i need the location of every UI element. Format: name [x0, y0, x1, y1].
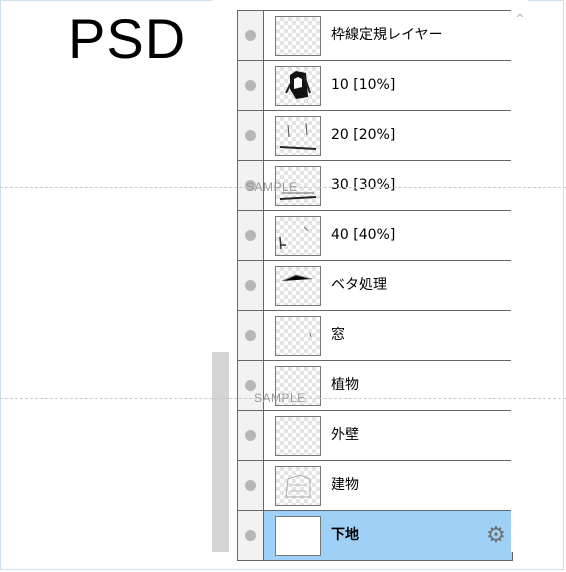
thumbnail-art — [285, 474, 311, 498]
layer-name: 窓 — [331, 327, 345, 343]
layer-row-ruler[interactable]: 枠線定規レイヤー — [238, 10, 512, 61]
thumbnail-art — [279, 122, 317, 150]
visibility-toggle[interactable] — [238, 411, 264, 460]
page-title: PSD — [68, 7, 187, 70]
visibility-toggle[interactable] — [238, 11, 264, 60]
layer-name: 建物 — [331, 477, 359, 493]
layer-thumbnail — [275, 116, 321, 156]
layer-name: 30 [30%] — [331, 177, 396, 193]
layer-row-exterior-wall[interactable]: 外壁 — [238, 411, 512, 461]
visibility-dot-icon — [245, 280, 256, 291]
layer-row-window[interactable]: 窓 — [238, 311, 512, 361]
layer-row-solid-fill[interactable]: ベタ処理 — [238, 261, 512, 311]
layer-name: 枠線定規レイヤー — [331, 27, 443, 43]
layer-thumbnail — [275, 266, 321, 306]
watermark-text: SAMPLE — [254, 391, 306, 405]
layer-thumbnail — [275, 216, 321, 256]
layer-row-base[interactable]: 下地 ⚙ — [238, 511, 512, 561]
layer-name: 外壁 — [331, 427, 359, 443]
visibility-dot-icon — [245, 130, 256, 141]
layer-row-40[interactable]: 40 [40%] — [238, 211, 512, 261]
visibility-toggle[interactable] — [238, 61, 264, 110]
layer-name: 40 [40%] — [331, 227, 396, 243]
chevron-up-icon[interactable]: ^ — [515, 13, 525, 24]
visibility-dot-icon — [245, 530, 256, 541]
visibility-dot-icon — [245, 230, 256, 241]
visibility-dot-icon — [245, 80, 256, 91]
watermark-text: SAMPLE — [246, 180, 298, 194]
visibility-toggle[interactable] — [238, 311, 264, 360]
thumbnail-art — [309, 332, 312, 338]
layer-list: 枠線定規レイヤー 10 [10%] 20 [20%] 30 [30%] 40 [… — [237, 10, 513, 561]
right-scrollbar[interactable] — [511, 0, 528, 552]
left-scrollbar-thumb[interactable] — [212, 352, 229, 552]
layer-thumbnail — [275, 66, 321, 106]
visibility-toggle[interactable] — [238, 461, 264, 510]
visibility-toggle[interactable] — [238, 511, 264, 560]
visibility-dot-icon — [245, 430, 256, 441]
layer-thumbnail — [275, 516, 321, 556]
visibility-dot-icon — [245, 30, 256, 41]
layer-name: 10 [10%] — [331, 77, 396, 93]
layer-row-10[interactable]: 10 [10%] — [238, 61, 512, 111]
layer-name: 植物 — [331, 377, 359, 393]
visibility-toggle[interactable] — [238, 211, 264, 260]
layer-name: 20 [20%] — [331, 127, 396, 143]
layer-thumbnail — [275, 416, 321, 456]
layer-row-building[interactable]: 建物 — [238, 461, 512, 511]
visibility-dot-icon — [245, 480, 256, 491]
visibility-toggle[interactable] — [238, 261, 264, 310]
gear-icon[interactable]: ⚙ — [484, 524, 508, 548]
thumbnail-art — [281, 274, 313, 282]
layer-row-20[interactable]: 20 [20%] — [238, 111, 512, 161]
layer-thumbnail — [275, 466, 321, 506]
visibility-dot-icon — [245, 380, 256, 391]
thumbnail-art — [285, 71, 311, 99]
layer-thumbnail — [275, 316, 321, 356]
layer-name: ベタ処理 — [331, 277, 387, 293]
layer-thumbnail — [275, 16, 321, 56]
visibility-toggle[interactable] — [238, 111, 264, 160]
thumbnail-art — [279, 226, 309, 250]
visibility-dot-icon — [245, 330, 256, 341]
layer-name: 下地 — [331, 527, 359, 543]
